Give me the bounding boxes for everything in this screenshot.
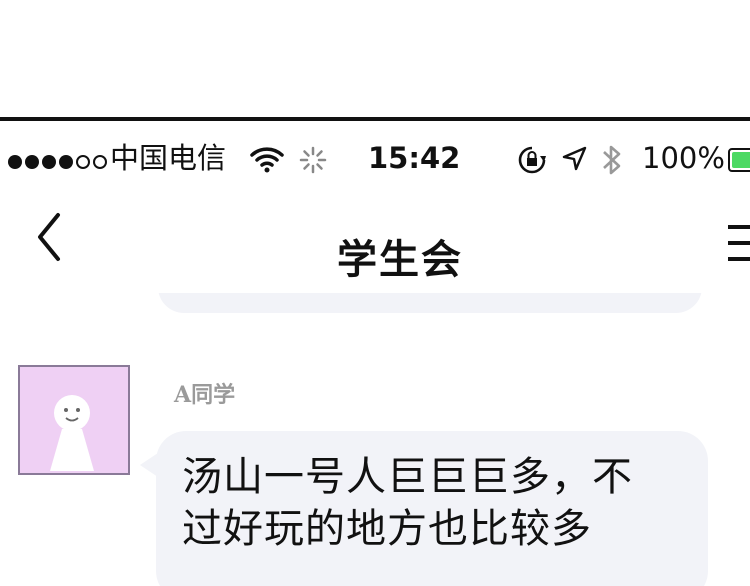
clock-time: 15:42	[368, 141, 461, 175]
signal-dot-filled	[8, 155, 22, 169]
bluetooth-icon	[600, 143, 624, 182]
navigation-bar: 学生会	[0, 193, 750, 293]
signal-strength-indicator	[8, 155, 107, 169]
location-arrow-icon	[560, 145, 588, 178]
signal-dot-empty	[93, 155, 107, 169]
sender-name: A同学	[174, 382, 236, 408]
message-text: 汤山一号人巨巨巨多，不 过好玩的地方也比较多	[182, 454, 633, 552]
page-title: 学生会	[337, 237, 463, 283]
previous-message-bubble	[158, 293, 702, 313]
rotation-lock-icon	[516, 145, 548, 180]
top-blank-area	[0, 0, 750, 118]
battery-level-fill	[732, 152, 750, 168]
avatar[interactable]	[18, 365, 130, 475]
signal-dot-filled	[59, 155, 73, 169]
menu-icon[interactable]	[728, 221, 750, 269]
wifi-icon	[250, 145, 284, 178]
signal-dot-filled	[25, 155, 39, 169]
message-bubble[interactable]: 汤山一号人巨巨巨多，不 过好玩的地方也比较多	[156, 431, 708, 586]
signal-dot-empty	[76, 155, 90, 169]
signal-dot-filled	[42, 155, 56, 169]
battery-icon	[728, 148, 750, 172]
battery-percentage: 100%	[642, 141, 725, 175]
chat-area[interactable]: A同学 汤山一号人巨巨巨多，不 过好玩的地方也比较多	[0, 293, 750, 586]
activity-spinner-icon	[298, 145, 328, 180]
carrier-name: 中国电信	[110, 141, 227, 175]
status-bar: 中国电信 15:42 100%	[0, 121, 750, 193]
